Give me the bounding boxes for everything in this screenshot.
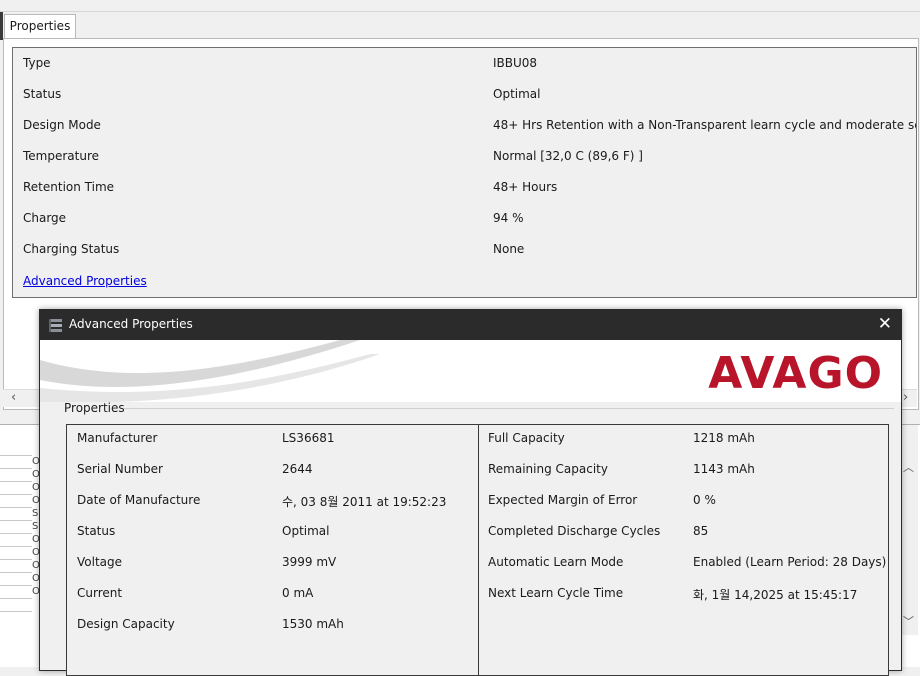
tab-properties[interactable]: Properties bbox=[4, 14, 76, 39]
advanced-properties-dialog: Advanced Properties ✕ AVAGO Properties M… bbox=[39, 309, 902, 676]
property-key: Expected Margin of Error bbox=[488, 493, 638, 507]
property-value: 48+ Hours bbox=[493, 180, 558, 194]
property-key: Automatic Learn Mode bbox=[488, 555, 624, 569]
column-divider bbox=[478, 425, 479, 675]
property-value: Normal [32,0 C (89,6 F) ] bbox=[493, 149, 643, 163]
advanced-properties-link[interactable]: Advanced Properties bbox=[23, 274, 147, 288]
property-value: 화, 1월 14,2025 at 15:45:17 bbox=[693, 588, 858, 602]
scroll-down-icon[interactable]: ﹀ bbox=[903, 613, 914, 629]
property-value: 48+ Hrs Retention with a Non-Transparent… bbox=[493, 118, 917, 132]
property-key: Retention Time bbox=[23, 180, 115, 194]
properties-box: Type IBBU08 Status Optimal Design Mode 4… bbox=[12, 47, 917, 298]
battery-stack-icon bbox=[49, 319, 62, 332]
property-key: Design Capacity bbox=[77, 617, 175, 631]
property-key: Serial Number bbox=[77, 462, 163, 476]
property-key: Status bbox=[77, 524, 116, 538]
property-key: Charging Status bbox=[23, 242, 120, 256]
property-value: 수, 03 8월 2011 at 19:52:23 bbox=[282, 495, 447, 509]
property-value: IBBU08 bbox=[493, 56, 538, 70]
property-value: 3999 mV bbox=[282, 555, 337, 569]
property-value: Optimal bbox=[493, 87, 541, 101]
property-value: 1218 mAh bbox=[693, 431, 755, 445]
property-key: Current bbox=[77, 586, 123, 600]
scroll-right-icon[interactable]: › bbox=[903, 390, 908, 405]
property-value: 85 bbox=[693, 524, 709, 538]
property-value: LS36681 bbox=[282, 431, 335, 445]
group-divider bbox=[124, 408, 894, 409]
advanced-properties-box: Manufacturer LS36681 Serial Number 2644 … bbox=[66, 424, 889, 676]
grid-row-header-column bbox=[0, 425, 32, 633]
property-key: Next Learn Cycle Time bbox=[488, 586, 624, 600]
property-key: Date of Manufacture bbox=[77, 493, 201, 507]
property-key: Design Mode bbox=[23, 118, 101, 132]
scroll-up-icon[interactable]: ︿ bbox=[903, 459, 914, 475]
property-value: 0 mA bbox=[282, 586, 314, 600]
group-label: Properties bbox=[64, 401, 125, 415]
property-key: Temperature bbox=[23, 149, 100, 163]
property-key: Type bbox=[23, 56, 51, 70]
avago-logo: AVAGO bbox=[708, 348, 883, 399]
property-value: 94 % bbox=[493, 211, 524, 225]
dialog-banner: AVAGO bbox=[40, 340, 901, 402]
property-value: Enabled (Learn Period: 28 Days) bbox=[693, 555, 887, 569]
property-value: 1530 mAh bbox=[282, 617, 344, 631]
dialog-titlebar[interactable]: Advanced Properties ✕ bbox=[40, 310, 901, 340]
property-value: 1143 mAh bbox=[693, 462, 755, 476]
property-key: Full Capacity bbox=[488, 431, 565, 445]
close-icon[interactable]: ✕ bbox=[878, 315, 892, 333]
dialog-title: Advanced Properties bbox=[69, 317, 193, 331]
property-value: 2644 bbox=[282, 462, 313, 476]
property-key: Voltage bbox=[77, 555, 123, 569]
top-toolbar-strip bbox=[0, 0, 920, 12]
property-key: Manufacturer bbox=[77, 431, 158, 445]
scroll-left-icon[interactable]: ‹ bbox=[11, 390, 16, 405]
property-value: 0 % bbox=[693, 493, 716, 507]
property-key: Completed Discharge Cycles bbox=[488, 524, 661, 538]
property-value: Optimal bbox=[282, 524, 330, 538]
property-key: Charge bbox=[23, 211, 67, 225]
property-key: Remaining Capacity bbox=[488, 462, 608, 476]
left-edge-marker bbox=[0, 12, 3, 40]
property-value: None bbox=[493, 242, 525, 256]
property-key: Status bbox=[23, 87, 62, 101]
